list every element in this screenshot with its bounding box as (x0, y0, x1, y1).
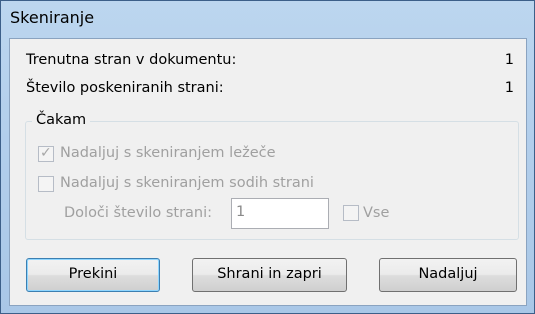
continue-even-label: Nadaljuj s skeniranjem sodih strani (60, 175, 314, 191)
continue-button[interactable]: Nadaljuj (379, 258, 517, 292)
title-bar[interactable]: Skeniranje (1, 1, 534, 35)
scanned-pages-row: Število poskeniranih strani: 1 (26, 80, 514, 100)
scanned-pages-label: Število poskeniranih strani: (26, 80, 224, 96)
page-count-label: Določi število strani: (64, 205, 213, 221)
waiting-group-legend: Čakam (32, 112, 91, 128)
checkmark-icon: ✓ (40, 145, 52, 161)
continue-landscape-label: Nadaljuj s skeniranjem ležeče (60, 145, 276, 161)
save-and-close-button-label: Shrani in zapri (217, 266, 322, 282)
current-page-value: 1 (504, 52, 514, 68)
window-title: Skeniranje (10, 8, 95, 27)
current-page-row: Trenutna stran v dokumentu: 1 (26, 52, 514, 72)
page-count-input[interactable]: 1 (231, 198, 329, 229)
continue-button-label: Nadaljuj (418, 266, 478, 282)
stop-button-label: Prekini (68, 266, 118, 282)
all-pages-label: Vse (363, 205, 390, 221)
stop-button[interactable]: Prekini (26, 258, 160, 292)
continue-even-checkbox[interactable] (38, 176, 54, 192)
scanned-pages-value: 1 (504, 80, 514, 96)
all-pages-checkbox[interactable] (343, 205, 359, 221)
continue-landscape-checkbox[interactable]: ✓ (38, 145, 54, 162)
save-and-close-button[interactable]: Shrani in zapri (192, 258, 347, 292)
current-page-label: Trenutna stran v dokumentu: (26, 52, 237, 68)
page-count-value: 1 (236, 204, 246, 220)
